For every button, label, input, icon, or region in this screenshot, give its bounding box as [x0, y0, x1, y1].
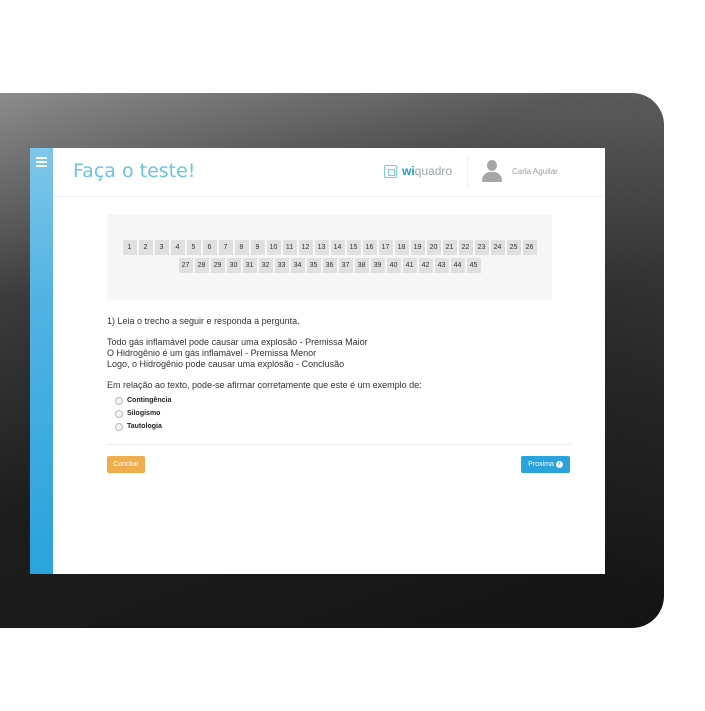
user-menu[interactable]: Carla Aguilar	[481, 159, 558, 183]
option-label: Tautologia	[127, 423, 162, 430]
question-nav-button[interactable]: 26	[522, 240, 537, 255]
question-nav-button[interactable]: 24	[490, 240, 505, 255]
question-nav-button[interactable]: 44	[450, 258, 465, 273]
conclusion: Logo, o Hidrogênio pode causar uma explo…	[107, 359, 345, 369]
question-nav-button[interactable]: 21	[442, 240, 457, 255]
question-nav-button[interactable]: 12	[298, 240, 313, 255]
next-button[interactable]: Proxima ›	[521, 456, 570, 473]
radio-button[interactable]	[115, 409, 123, 418]
question-nav-button[interactable]: 20	[426, 240, 441, 255]
question-nav-button[interactable]: 45	[466, 258, 481, 273]
question-nav-button[interactable]: 31	[242, 258, 257, 273]
question-nav-button[interactable]: 35	[306, 258, 321, 273]
question-nav-button[interactable]: 30	[226, 258, 241, 273]
option-tautologia[interactable]: Tautologia	[115, 420, 571, 433]
content-divider	[107, 444, 571, 445]
question-nav-button[interactable]: 37	[338, 258, 353, 273]
brand-logo: wiquadro	[384, 164, 452, 178]
question-nav-row-1: 1 2 3 4 5 6 7 8 9 10 11 12 13 14 15 16 17 18 19 20 21 22 23 24 2…	[107, 240, 552, 255]
question-nav-button[interactable]: 33	[274, 258, 289, 273]
radio-button[interactable]	[115, 422, 123, 431]
question-nav-button[interactable]: 5	[186, 240, 201, 255]
sidebar-strip	[30, 148, 53, 574]
wiquadro-logo-icon	[384, 164, 397, 178]
option-silogismo[interactable]: Silogismo	[115, 407, 571, 420]
radio-button[interactable]	[115, 396, 123, 405]
logo-prefix: wi	[402, 164, 415, 178]
question-nav-button[interactable]: 40	[386, 258, 401, 273]
question-nav-button[interactable]: 17	[378, 240, 393, 255]
option-label: Contingência	[127, 397, 172, 404]
question-nav-button[interactable]: 3	[154, 240, 169, 255]
question-nav-button[interactable]: 43	[434, 258, 449, 273]
question-nav-button[interactable]: 39	[370, 258, 385, 273]
question-nav-button[interactable]: 41	[402, 258, 417, 273]
top-bar: Faça o teste! wiquadro Carla Aguilar ⌄	[53, 148, 605, 197]
logo-text: wiquadro	[402, 164, 452, 178]
question-nav-button[interactable]: 19	[410, 240, 425, 255]
next-label: Proxima	[528, 461, 554, 468]
question-heading: 1) Leia o trecho a seguir e responda a p…	[107, 316, 300, 326]
question-nav-button[interactable]: 34	[290, 258, 305, 273]
arrow-right-circle-icon: ›	[555, 461, 563, 468]
question-nav-button[interactable]: 29	[210, 258, 225, 273]
question-nav-button[interactable]: 38	[354, 258, 369, 273]
question-nav-button[interactable]: 27	[178, 258, 193, 273]
question-nav-button[interactable]: 36	[322, 258, 337, 273]
question-nav-button[interactable]: 25	[506, 240, 521, 255]
question-nav-button[interactable]: 1	[122, 240, 137, 255]
hamburger-icon[interactable]	[36, 157, 47, 169]
finish-button[interactable]: Concluir	[107, 456, 145, 473]
question-nav-button[interactable]: 42	[418, 258, 433, 273]
question-nav-button[interactable]: 18	[394, 240, 409, 255]
option-contingencia[interactable]: Contingência	[115, 394, 571, 407]
premise-major: Todo gás inflamável pode causar uma expl…	[107, 337, 368, 347]
question-nav-button[interactable]: 15	[346, 240, 361, 255]
user-name: Carla Aguilar	[512, 166, 558, 176]
header-divider	[467, 156, 468, 188]
question-content: 1) Leia o trecho a seguir e responda a p…	[107, 316, 571, 433]
question-nav-button[interactable]: 7	[218, 240, 233, 255]
question-nav-button[interactable]: 16	[362, 240, 377, 255]
question-nav-button[interactable]: 14	[330, 240, 345, 255]
question-nav-button[interactable]: 8	[234, 240, 249, 255]
question-prompt: Em relação ao texto, pode-se afirmar cor…	[107, 380, 422, 390]
app-screen: Faça o teste! wiquadro Carla Aguilar ⌄ 1…	[30, 148, 605, 574]
question-nav-button[interactable]: 23	[474, 240, 489, 255]
question-navigator: 1 2 3 4 5 6 7 8 9 10 11 12 13 14 15 16 17 18 19 20 21 22 23 24 2…	[107, 214, 552, 300]
logo-suffix: quadro	[414, 164, 453, 178]
question-nav-button[interactable]: 2	[138, 240, 153, 255]
question-nav-button[interactable]: 32	[258, 258, 273, 273]
question-nav-button[interactable]: 10	[266, 240, 281, 255]
premise-minor: O Hidrogênio é um gás inflamável - Premi…	[107, 348, 317, 358]
question-nav-button[interactable]: 28	[194, 258, 209, 273]
question-nav-button[interactable]: 9	[250, 240, 265, 255]
question-nav-button[interactable]: 4	[170, 240, 185, 255]
question-nav-row-2: 27 28 29 30 31 32 33 34 35 36 37 38 39 40 41 42 43 44 45	[107, 258, 552, 273]
page-title: Faça o teste!	[73, 160, 196, 182]
question-nav-button[interactable]: 11	[282, 240, 297, 255]
option-label: Silogismo	[127, 410, 161, 417]
question-nav-button[interactable]: 13	[314, 240, 329, 255]
question-nav-button[interactable]: 6	[202, 240, 217, 255]
user-avatar-icon	[481, 159, 503, 183]
question-nav-button[interactable]: 22	[458, 240, 473, 255]
